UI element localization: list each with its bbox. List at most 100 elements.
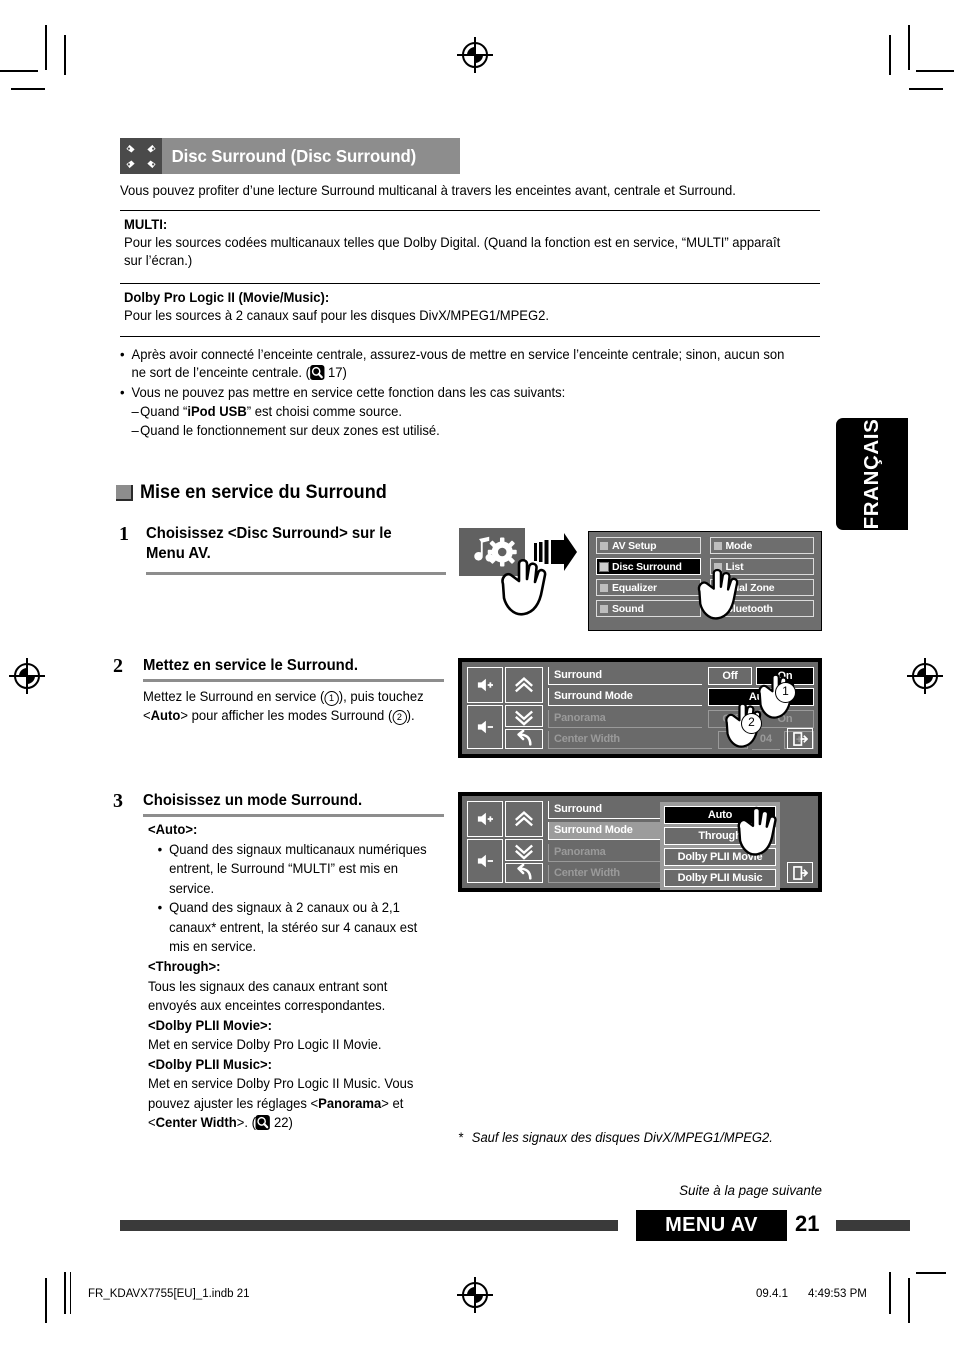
step-2-line2-mid: > pour afficher les modes Surround (: [180, 708, 393, 724]
note-1-page-ref: 17: [328, 365, 343, 381]
block-dolby-text: Pour les sources à 2 canaux sauf pour le…: [124, 308, 550, 324]
surround-mode-dropdown: Auto Through Dolby PLII Movie Dolby PLII…: [660, 802, 780, 890]
av-menu-row-3: Equalizer Dual Zone: [596, 579, 814, 596]
surround-off-button[interactable]: Off: [708, 666, 752, 685]
section-intro: Vous pouvez profiter d’une lecture Surro…: [120, 183, 736, 198]
av-menu-row-1: AV Setup Mode: [596, 537, 814, 554]
mode-plii-music-post: >. (: [236, 1115, 256, 1131]
av-menu-item-mode[interactable]: Mode: [709, 537, 814, 554]
page-number: 21: [795, 1211, 820, 1236]
footer-bar-left: [120, 1220, 618, 1231]
surround-settings-screen-step2: Surround Off On Surround Mode Auto Panor…: [458, 658, 822, 758]
footnote-text: Sauf les signaux des disques DivX/MPEG1/…: [471, 1130, 773, 1145]
divider-1: [120, 210, 820, 211]
note-1-pre: Après avoir connecté l’enceinte centrale…: [131, 347, 785, 381]
step-2-line2-post: ).: [406, 708, 415, 724]
volume-up-button[interactable]: [467, 667, 503, 703]
surround-mode-descriptions: <Auto>: • Quand des signaux multicanaux …: [148, 820, 436, 1133]
note-item-1: • Après avoir connecté l’enceinte centra…: [120, 346, 798, 383]
screen-setting-rows: Surround Off On Surround Mode Auto Panor…: [546, 662, 818, 754]
document-time: 4:49:53 PM: [808, 1288, 867, 1300]
step-2-line1-post: ), puis touchez: [338, 689, 424, 704]
speaker-icon-2: [146, 142, 157, 153]
callout-badge-2: 2: [741, 713, 762, 734]
step-3-number: 3: [113, 790, 123, 812]
dropdown-option-auto[interactable]: Auto: [664, 806, 776, 824]
av-menu-item-list[interactable]: List: [709, 558, 814, 575]
right-arrow-icon: [534, 531, 578, 573]
callout-number-2: 2: [392, 710, 407, 726]
sub-1-post: ” est choisi comme source.: [246, 404, 402, 420]
music-gear-icon: [459, 528, 525, 576]
mode-auto-title: <Auto>:: [148, 822, 198, 837]
setting-row-center-width: Center Width – 04 +: [548, 731, 814, 751]
document-filename: FR_KDAVX7755[EU]_1.indb 21: [88, 1288, 250, 1300]
scroll-up-button[interactable]: [505, 801, 543, 837]
scroll-down-button[interactable]: [505, 839, 543, 861]
bullet-marker: •: [157, 900, 163, 916]
volume-down-button[interactable]: [467, 839, 503, 883]
scroll-up-button[interactable]: [505, 667, 543, 703]
mode-through-title: <Through>:: [148, 958, 221, 974]
av-menu-item-equalizer[interactable]: Equalizer: [596, 579, 701, 596]
footnote: * Sauf les signaux des disques DivX/MPEG…: [458, 1130, 773, 1145]
mode-plii-music-desc: Met en service Dolby Pro Logic II Music.…: [148, 1074, 436, 1133]
mode-icon: [712, 540, 723, 551]
list-icon: [712, 561, 723, 572]
mode-auto-bullet-1-text: Quand des signaux multicanaux numériques…: [169, 841, 427, 896]
av-menu-item-dual-zone[interactable]: Dual Zone: [709, 579, 814, 596]
divider-2: [120, 283, 820, 284]
back-button[interactable]: [505, 863, 543, 883]
av-menu-item-av-setup[interactable]: AV Setup: [596, 537, 701, 554]
exit-button[interactable]: [787, 862, 813, 883]
setting-label: Surround: [548, 666, 702, 685]
mode-plii-music-bold-2: Center Width: [155, 1115, 237, 1131]
block-dolby: Dolby Pro Logic II (Movie/Music): Pour l…: [124, 289, 792, 325]
av-menu-item-label: AV Setup: [612, 539, 657, 552]
scroll-down-button[interactable]: [505, 705, 543, 727]
av-menu-item-label: Equalizer: [612, 581, 657, 594]
dropdown-option-through[interactable]: Through: [664, 827, 776, 845]
step-2-body: Mettez le Surround en service (1), puis …: [143, 687, 441, 726]
step-2-title: Mettez en service le Surround.: [143, 657, 359, 674]
mode-auto-bullet-2-text: Quand des signaux à 2 canaux ou à 2,1 ca…: [169, 900, 418, 955]
av-menu-item-label: Dual Zone: [725, 581, 775, 594]
av-menu-item-sound[interactable]: Sound: [596, 600, 701, 617]
language-tab: FRANÇAIS: [836, 418, 908, 530]
dropdown-option-dolby-plii-music[interactable]: Dolby PLII Music: [664, 869, 776, 887]
av-menu-item-label: List: [725, 560, 744, 573]
dropdown-option-dolby-plii-movie[interactable]: Dolby PLII Movie: [664, 848, 776, 866]
av-menu-item-bluetooth[interactable]: Bluetooth: [709, 600, 814, 617]
step-2-line2-bold: Auto: [150, 708, 181, 724]
center-width-minus-button[interactable]: –: [718, 731, 748, 750]
setting-row-surround: Surround Off On: [548, 666, 814, 686]
mode-plii-music-bold-1: Panorama: [318, 1095, 382, 1111]
note-item-2: • Vous ne pouvez pas mettre en service c…: [120, 384, 798, 402]
step-3-rule: [143, 814, 444, 817]
equalizer-icon: [599, 582, 609, 593]
surround-mode-value-button[interactable]: Auto: [708, 688, 814, 707]
step-2-number: 2: [113, 655, 123, 677]
av-menu-item-label: Disc Surround: [612, 560, 682, 573]
av-menu-item-disc-surround[interactable]: Disc Surround: [596, 558, 701, 575]
footer-rule-left: [70, 1272, 72, 1314]
back-button[interactable]: [505, 729, 543, 749]
note-item-1-text: Après avoir connecté l’enceinte centrale…: [132, 346, 798, 383]
sub-note-2: – Quand le fonctionnement sur deux zones…: [120, 422, 798, 440]
mode-plii-music-end: ): [288, 1115, 293, 1131]
setting-label: Center Width: [548, 731, 712, 750]
volume-down-button[interactable]: [467, 705, 503, 749]
volume-up-button[interactable]: [467, 801, 503, 837]
bluetooth-icon: [712, 603, 723, 614]
panorama-on-button[interactable]: On: [756, 709, 814, 728]
mode-through-desc: Tous les signaux des canaux entrant sont…: [148, 978, 388, 1014]
procedure-heading: Mise en service du Surround: [116, 482, 400, 504]
exit-button[interactable]: [787, 728, 813, 749]
section-title: Disc Surround (Disc Surround): [171, 145, 417, 166]
sub-note-1: – Quand “iPod USB” est choisi comme sour…: [120, 403, 798, 421]
callout-badge-1: 1: [775, 682, 796, 703]
av-setup-icon: [599, 540, 609, 551]
language-tab-label: FRANÇAIS: [860, 418, 883, 530]
screen-left-controls: [462, 662, 546, 754]
mode-plii-movie-title: <Dolby PLII Movie>:: [148, 1017, 273, 1033]
